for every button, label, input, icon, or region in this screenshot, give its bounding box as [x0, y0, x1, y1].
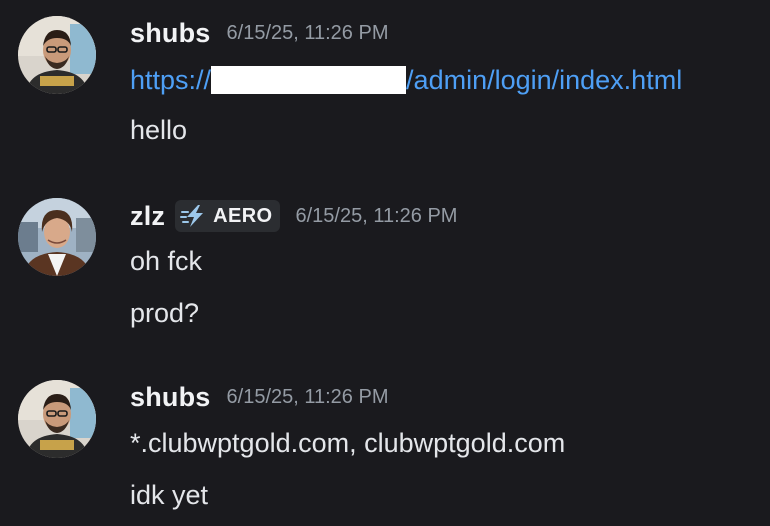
redacted-block: [211, 66, 407, 94]
timestamp[interactable]: 6/15/25, 11:26 PM: [227, 22, 389, 45]
avatar-image: [18, 380, 96, 458]
message-header: zlz AERO 6/15/25, 11:26 PM: [130, 200, 457, 232]
guild-tag[interactable]: AERO: [175, 200, 280, 232]
message-content: hello: [130, 115, 188, 145]
username[interactable]: shubs: [130, 18, 211, 49]
message-content: idk yet: [130, 480, 209, 510]
avatar[interactable]: [18, 380, 96, 458]
avatar-image: [18, 198, 96, 276]
message-content: prod?: [130, 298, 200, 328]
message-link[interactable]: https:// /admin/login/index.html: [130, 64, 682, 96]
message-content: *.clubwptgold.com, clubwptgold.com: [130, 428, 566, 458]
timestamp[interactable]: 6/15/25, 11:26 PM: [296, 205, 458, 228]
avatar[interactable]: [18, 198, 96, 276]
avatar[interactable]: [18, 16, 96, 94]
message-header: shubs 6/15/25, 11:26 PM: [130, 382, 388, 413]
timestamp[interactable]: 6/15/25, 11:26 PM: [227, 386, 389, 409]
link-prefix: https://: [130, 65, 212, 95]
message-header: shubs 6/15/25, 11:26 PM: [130, 18, 388, 49]
lightning-bolt-icon: [180, 205, 204, 227]
message-content: oh fck: [130, 246, 203, 276]
avatar-image: [18, 16, 96, 94]
guild-tag-label: AERO: [213, 204, 273, 227]
message-content: https:// /admin/login/index.html: [130, 64, 682, 96]
username[interactable]: shubs: [130, 382, 211, 413]
username[interactable]: zlz: [130, 201, 165, 232]
link-suffix: /admin/login/index.html: [406, 65, 683, 95]
